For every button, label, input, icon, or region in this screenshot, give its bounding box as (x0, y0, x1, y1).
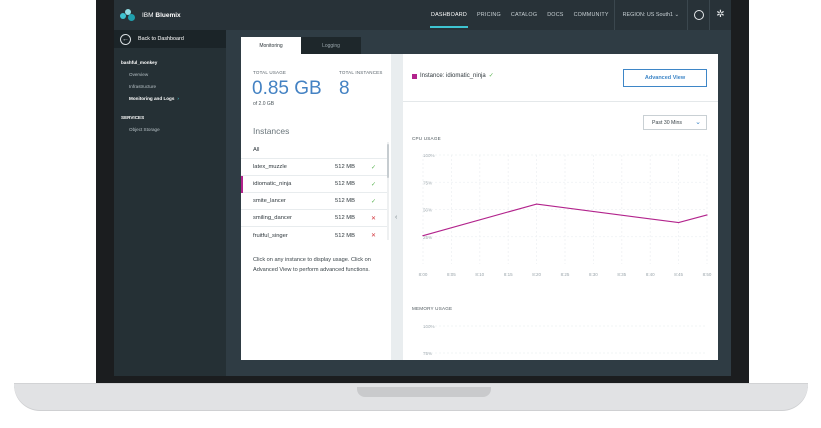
y-tick-label: 100% (423, 324, 435, 329)
nav-item-catalog[interactable]: CATALOG (506, 0, 542, 30)
total-usage-capacity: of 2.0 GB (253, 101, 275, 107)
total-instances-value: 8 (339, 78, 350, 99)
table-row[interactable]: smiling_dancer 512 MB ✕ (241, 210, 388, 227)
data-point (678, 221, 680, 224)
arrow-left-icon: ← (120, 33, 131, 45)
chevron-left-icon[interactable]: ‹ (395, 214, 397, 221)
region-selector[interactable]: REGION: US South1 ⌄ (613, 0, 687, 30)
x-tick-label: 8:25 (561, 272, 570, 277)
instance-detail-header: Instance: idiomatic_ninja ✓ Advanced View (403, 54, 718, 102)
check-icon: ✓ (371, 181, 377, 188)
back-label: Back to Dashboard (138, 36, 184, 42)
usage-panel: TOTAL USAGE TOTAL INSTANCES 0.85 GB 8 of… (241, 54, 391, 360)
table-row[interactable]: idiomatic_ninja 512 MB ✓ (241, 176, 388, 193)
memory-usage-chart: 100% 75% (423, 324, 707, 356)
tab-bar: Monitoring Logging (241, 37, 361, 54)
tab-logging[interactable]: Logging (301, 37, 361, 54)
panel-collapse-handle[interactable] (391, 54, 403, 360)
instance-list-scroll-thumb[interactable] (387, 144, 389, 178)
sidebar: ← Back to Dashboard bashful_monkey Overv… (114, 30, 226, 376)
x-tick-label: 8:05 (447, 272, 456, 277)
data-point (422, 235, 424, 237)
data-point (536, 203, 538, 205)
sidebar-item-label: Monitoring and Logs (129, 96, 175, 101)
error-x-icon: ✕ (371, 215, 377, 222)
tab-monitoring[interactable]: Monitoring (241, 37, 301, 54)
sidebar-item-object-storage[interactable]: Object Storage (114, 120, 226, 132)
memory-chart-title: MEMORY USAGE (412, 306, 453, 311)
x-tick-label: 8:45 (674, 272, 683, 277)
instance-detail-panel: Instance: idiomatic_ninja ✓ Advanced View… (403, 54, 718, 360)
table-row[interactable]: fruitful_singer 512 MB ✕ (241, 227, 388, 244)
sidebar-item-monitoring-and-logs[interactable]: Monitoring and Logs › (114, 89, 226, 101)
advanced-view-button[interactable]: Advanced View (623, 69, 707, 87)
series-color-swatch (412, 74, 417, 79)
error-x-icon: ✕ (371, 233, 377, 239)
bug-icon: ✲ (716, 9, 725, 20)
nav-item-community[interactable]: COMMUNITY (569, 0, 614, 30)
table-row[interactable]: smite_lancer 512 MB ✓ (241, 193, 388, 210)
instances-title: Instances (253, 126, 290, 136)
y-tick-label: 75% (423, 351, 432, 356)
app-screen: IBM Bluemix DASHBOARD PRICING CATALOG DO… (114, 0, 731, 376)
x-tick-label: 8:35 (617, 272, 626, 277)
total-usage-value: 0.85 GB (252, 78, 322, 99)
nav-item-dashboard[interactable]: DASHBOARD (426, 0, 472, 30)
help-button[interactable] (687, 0, 709, 30)
nav-item-docs[interactable]: DOCS (542, 0, 568, 30)
x-tick-label: 8:30 (589, 272, 598, 277)
sidebar-item-infrastructure[interactable]: Infrastructure (114, 77, 226, 89)
check-icon: ✓ (488, 73, 494, 79)
bluemix-logo-icon (120, 8, 136, 22)
help-icon (693, 10, 704, 20)
nav-menu: DASHBOARD PRICING CATALOG DOCS COMMUNITY… (426, 0, 731, 30)
x-tick-label: 8:15 (504, 272, 513, 277)
chevron-down-icon: ⌄ (695, 119, 701, 126)
feedback-button[interactable]: ✲ (709, 0, 731, 30)
total-instances-label: TOTAL INSTANCES (339, 70, 383, 75)
table-row[interactable]: latex_muzzle 512 MB ✓ (241, 159, 388, 176)
back-to-dashboard-link[interactable]: ← Back to Dashboard (114, 30, 226, 48)
x-tick-label: 8:20 (532, 272, 541, 277)
instance-list: All latex_muzzle 512 MB ✓ idiomatic_ninja 5… (241, 142, 388, 244)
x-tick-label: 8:50 (703, 272, 712, 277)
y-tick-label: 75% (423, 180, 432, 185)
sidebar-services-heading: SERVICES (121, 115, 145, 120)
cpu-usage-chart: 100%75%50%25%8:00 8:05 8:10 8:15 8:20 8:25 8:3… (419, 153, 712, 277)
laptop-notch (357, 387, 491, 397)
time-range-select[interactable]: Past 30 Mins ⌄ (643, 115, 707, 130)
y-tick-label: 100% (423, 153, 435, 158)
total-usage-label: TOTAL USAGE (253, 70, 287, 75)
brand-name: IBM Bluemix (142, 11, 181, 19)
instance-row-all[interactable]: All (241, 142, 388, 159)
brand[interactable]: IBM Bluemix (114, 0, 181, 30)
cpu-chart-title: CPU USAGE (412, 136, 441, 141)
chevron-right-icon: › (177, 96, 179, 101)
x-tick-label: 8:10 (475, 272, 484, 277)
data-point (706, 214, 708, 216)
help-text: Click on any instance to display usage. … (253, 257, 371, 273)
check-icon: ✓ (371, 164, 377, 171)
y-tick-label: 50% (423, 208, 432, 213)
nav-item-pricing[interactable]: PRICING (472, 0, 506, 30)
sidebar-item-overview[interactable]: Overview (114, 65, 226, 77)
x-tick-label: 8:40 (646, 272, 655, 277)
x-tick-label: 8:00 (419, 272, 428, 277)
check-icon: ✓ (371, 198, 377, 205)
instance-heading: Instance: idiomatic_ninja ✓ (420, 73, 494, 79)
top-navigation: IBM Bluemix DASHBOARD PRICING CATALOG DO… (114, 0, 731, 30)
sidebar-app-name[interactable]: bashful_monkey (114, 48, 226, 65)
